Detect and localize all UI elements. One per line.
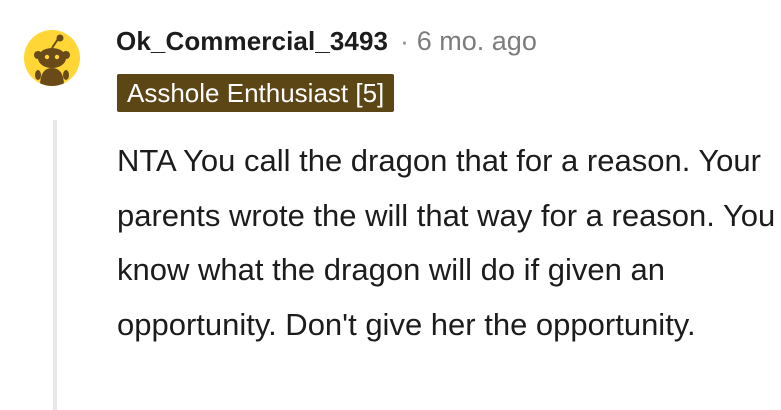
- comment-body: NTA You call the dragon that for a reaso…: [117, 143, 776, 342]
- comment: Ok_Commercial_3493 · 6 mo. ago Asshole E…: [0, 0, 781, 410]
- user-flair-badge: Asshole Enthusiast [5]: [117, 74, 395, 112]
- meta-separator: ·: [400, 26, 409, 56]
- snoo-avatar-icon: [34, 34, 70, 86]
- comment-timestamp[interactable]: 6 mo. ago: [417, 26, 537, 57]
- user-avatar[interactable]: [24, 30, 80, 86]
- username-link[interactable]: Ok_Commercial_3493: [116, 26, 388, 57]
- comment-header: Ok_Commercial_3493 · 6 mo. ago: [116, 26, 537, 57]
- thread-collapse-line[interactable]: [53, 120, 57, 410]
